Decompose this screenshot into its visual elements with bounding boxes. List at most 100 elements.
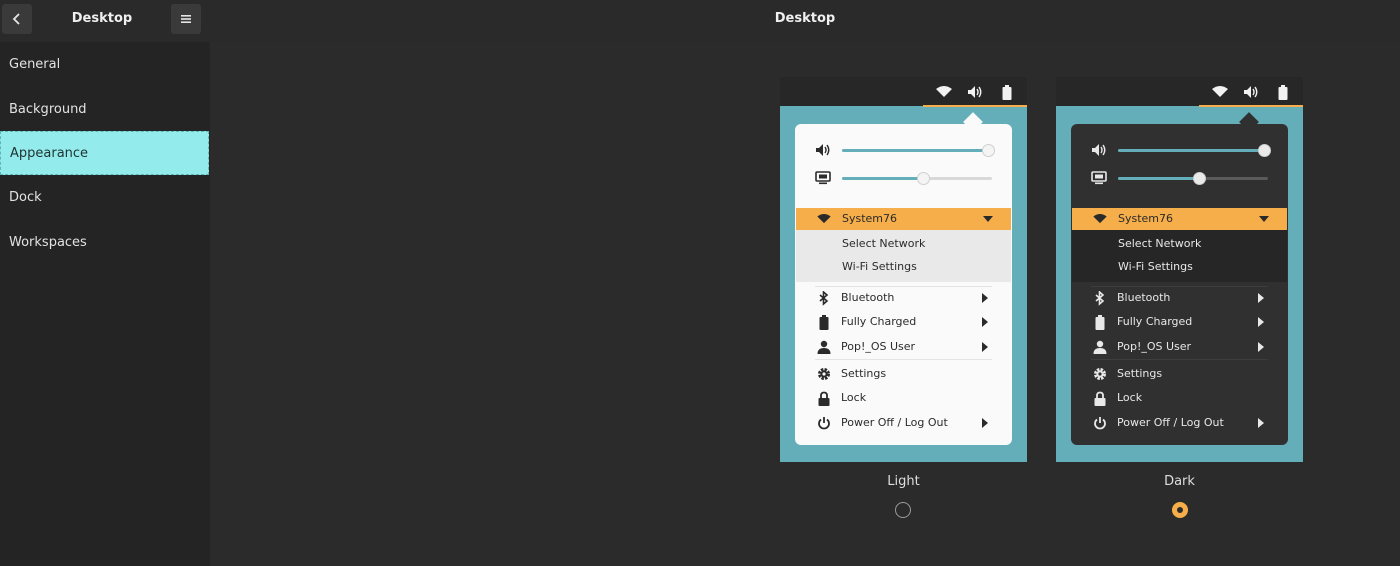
sidebar: Desktop General Background Appearance Do… (0, 0, 210, 566)
network-row[interactable]: System76 (796, 208, 1011, 230)
system-menu-panel: System76 Select Network Wi-Fi Settings B… (1071, 124, 1288, 445)
chevron-right-icon (982, 418, 988, 428)
chevron-down-icon (1259, 216, 1269, 222)
menu-button[interactable] (171, 4, 201, 34)
volume-slider-knob[interactable] (1258, 144, 1271, 157)
dark-theme-radio[interactable] (1172, 502, 1188, 518)
sidebar-item-label: General (9, 56, 61, 72)
battery-menu-item[interactable]: Fully Charged (1071, 311, 1288, 333)
bluetooth-icon (816, 290, 832, 306)
menu-item-label: Bluetooth (841, 291, 895, 304)
menu-item-label: Lock (1117, 391, 1143, 404)
dark-theme-preview[interactable]: System76 Select Network Wi-Fi Settings B… (1056, 77, 1303, 462)
volume-slider[interactable] (842, 144, 995, 157)
brightness-slider-row (1071, 168, 1288, 188)
light-theme-label: Light (887, 474, 920, 489)
wifi-icon (816, 211, 832, 227)
menu-item-label: Fully Charged (1117, 315, 1193, 328)
sidebar-item-dock[interactable]: Dock (0, 175, 210, 219)
gear-icon (816, 366, 832, 382)
sidebar-item-label: Workspaces (9, 234, 87, 250)
bluetooth-menu-item[interactable]: Bluetooth (795, 287, 1012, 309)
power-menu-item[interactable]: Power Off / Log Out (795, 412, 1012, 434)
menu-separator (815, 359, 992, 360)
lock-menu-item[interactable]: Lock (1071, 387, 1288, 409)
user-icon (816, 339, 832, 355)
user-icon (1092, 339, 1108, 355)
volume-slider-knob[interactable] (982, 144, 995, 157)
light-theme-radio[interactable] (895, 502, 911, 518)
brightness-slider-fill (1118, 177, 1200, 180)
sidebar-item-general[interactable]: General (0, 42, 210, 86)
sidebar-item-label: Appearance (10, 145, 89, 161)
battery-menu-item[interactable]: Fully Charged (795, 311, 1012, 333)
power-icon (816, 415, 832, 431)
volume-icon (1091, 142, 1107, 158)
settings-menu-item[interactable]: Settings (1071, 363, 1288, 385)
sidebar-item-label: Dock (9, 189, 42, 205)
select-network-item[interactable]: Select Network (1118, 237, 1201, 250)
brightness-slider-row (795, 168, 1012, 188)
chevron-right-icon (982, 342, 988, 352)
main-header: Desktop (210, 0, 1400, 42)
wifi-settings-item[interactable]: Wi-Fi Settings (842, 260, 917, 273)
sidebar-header: Desktop (0, 0, 210, 42)
network-submenu: Select Network Wi-Fi Settings (1072, 230, 1287, 282)
power-menu-item[interactable]: Power Off / Log Out (1071, 412, 1288, 434)
battery-icon (1092, 314, 1108, 330)
battery-icon (816, 314, 832, 330)
chevron-right-icon (1258, 418, 1264, 428)
user-menu-item[interactable]: Pop!_OS User (795, 336, 1012, 358)
brightness-slider[interactable] (842, 172, 992, 185)
brightness-slider-knob[interactable] (1193, 172, 1206, 185)
sidebar-item-background[interactable]: Background (0, 87, 210, 131)
sidebar-item-workspaces[interactable]: Workspaces (0, 220, 210, 264)
menu-item-label: Power Off / Log Out (1117, 416, 1224, 429)
wifi-icon (936, 84, 952, 100)
sidebar-item-appearance[interactable]: Appearance (0, 131, 209, 175)
power-icon (1092, 415, 1108, 431)
light-theme-preview[interactable]: System76 Select Network Wi-Fi Settings B… (780, 77, 1027, 462)
chevron-left-icon (12, 13, 20, 25)
preview-top-bar (1056, 77, 1303, 106)
menu-item-label: Fully Charged (841, 315, 917, 328)
sidebar-title: Desktop (71, 11, 133, 26)
wifi-icon (1092, 211, 1108, 227)
menu-item-label: Pop!_OS User (1117, 340, 1192, 353)
top-bar-accent (923, 105, 1027, 107)
chevron-right-icon (982, 317, 988, 327)
volume-icon (1243, 84, 1259, 100)
display-icon (815, 170, 831, 186)
lock-menu-item[interactable]: Lock (795, 387, 1012, 409)
wifi-icon (1212, 84, 1228, 100)
settings-menu-item[interactable]: Settings (795, 363, 1012, 385)
page-title: Desktop (774, 11, 836, 26)
bluetooth-menu-item[interactable]: Bluetooth (1071, 287, 1288, 309)
menu-item-label: Lock (841, 391, 867, 404)
back-button[interactable] (2, 4, 32, 34)
volume-slider-fill (842, 149, 990, 152)
brightness-slider[interactable] (1118, 172, 1268, 185)
network-name: System76 (842, 212, 898, 225)
brightness-slider-knob[interactable] (917, 172, 930, 185)
network-name: System76 (1118, 212, 1174, 225)
radio-selected-dot (1177, 507, 1183, 513)
select-network-item[interactable]: Select Network (842, 237, 925, 250)
volume-slider-row (795, 140, 1012, 160)
menu-item-label: Settings (1117, 367, 1163, 380)
chevron-down-icon (983, 216, 993, 222)
volume-icon (967, 84, 983, 100)
volume-slider-row (1071, 140, 1288, 160)
chevron-right-icon (1258, 317, 1264, 327)
network-row[interactable]: System76 (1072, 208, 1287, 230)
volume-slider[interactable] (1118, 144, 1271, 157)
bluetooth-icon (1092, 290, 1108, 306)
user-menu-item[interactable]: Pop!_OS User (1071, 336, 1288, 358)
menu-item-label: Power Off / Log Out (841, 416, 948, 429)
menu-item-label: Bluetooth (1117, 291, 1171, 304)
wifi-settings-item[interactable]: Wi-Fi Settings (1118, 260, 1193, 273)
gear-icon (1092, 366, 1108, 382)
battery-icon (1275, 84, 1291, 100)
dark-theme-label: Dark (1164, 474, 1195, 489)
battery-icon (999, 84, 1015, 100)
